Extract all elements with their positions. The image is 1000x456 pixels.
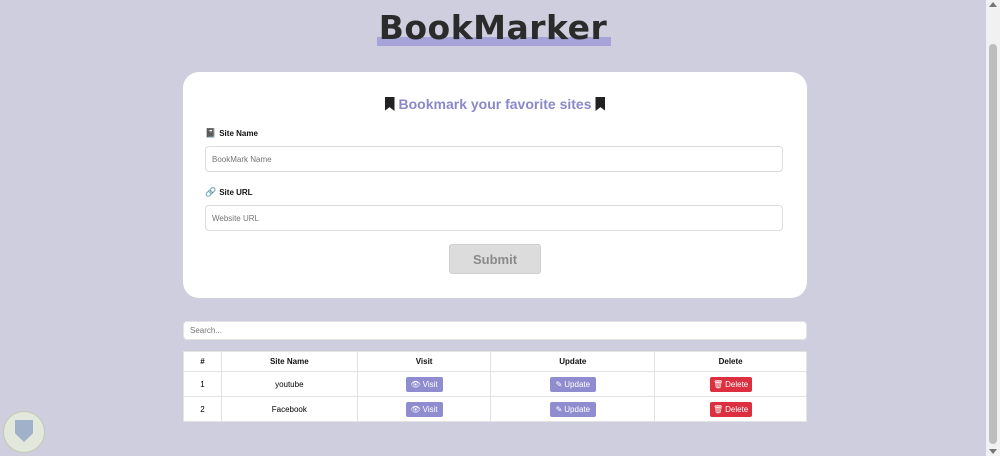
site-url-input[interactable] — [205, 205, 783, 231]
bookmark-icon — [384, 97, 395, 111]
table-row: 1 youtube 👁 Visit ✎ Update 🗑 Delete — [183, 371, 807, 397]
visit-cell: 👁 Visit — [356, 371, 492, 397]
form-heading-text: Bookmark your favorite sites — [398, 96, 592, 112]
site-name-input[interactable] — [205, 146, 783, 172]
eye-icon: 👁 — [410, 379, 421, 389]
column-header-update: Update — [490, 351, 656, 372]
update-button[interactable]: ✎ Update — [549, 376, 596, 392]
site-url-label-text: Site URL — [219, 188, 253, 197]
update-button-label: Update — [564, 379, 591, 389]
delete-button-label: Delete — [725, 404, 749, 414]
app-title: BookMarker — [376, 6, 611, 50]
table-row: 2 Facebook 👁 Visit ✎ Update 🗑 Delete — [183, 396, 807, 422]
vertical-scrollbar[interactable] — [986, 0, 1000, 456]
delete-cell: 🗑 Delete — [654, 371, 807, 397]
delete-button[interactable]: 🗑 Delete — [709, 376, 752, 392]
row-site-name: youtube — [220, 371, 358, 397]
site-name-label-text: Site Name — [219, 129, 258, 138]
form-heading: Bookmark your favorite sites — [183, 96, 807, 112]
update-button[interactable]: ✎ Update — [549, 401, 596, 417]
scroll-down-arrow-icon[interactable] — [989, 449, 997, 454]
visit-button-label: Visit — [422, 404, 438, 414]
column-header-index: # — [183, 351, 222, 372]
update-cell: ✎ Update — [490, 371, 656, 397]
book-icon: 📓 — [205, 128, 217, 138]
row-index: 1 — [183, 371, 222, 397]
eye-icon: 👁 — [410, 404, 421, 414]
bookmark-form-card: Bookmark your favorite sites 📓 Site Name … — [183, 72, 807, 298]
trash-icon: 🗑 — [712, 379, 724, 389]
edit-icon: ✎ — [555, 404, 563, 414]
table-header-row: # Site Name Visit Update Delete — [183, 351, 807, 372]
column-header-site-name: Site Name — [220, 351, 358, 372]
visit-cell: 👁 Visit — [356, 396, 492, 422]
delete-button[interactable]: 🗑 Delete — [709, 401, 752, 417]
scroll-up-arrow-icon[interactable] — [989, 2, 997, 7]
site-name-label: 📓 Site Name — [205, 128, 258, 139]
visit-button[interactable]: 👁 Visit — [405, 376, 443, 392]
trash-icon: 🗑 — [712, 404, 724, 414]
header: BookMarker — [0, 6, 986, 50]
update-cell: ✎ Update — [490, 396, 656, 422]
visit-button[interactable]: 👁 Visit — [405, 401, 443, 417]
column-header-delete: Delete — [654, 351, 807, 372]
column-header-visit: Visit — [356, 351, 492, 372]
update-button-label: Update — [564, 404, 591, 414]
delete-button-label: Delete — [725, 379, 749, 389]
bookmark-icon — [595, 97, 606, 111]
edit-icon: ✎ — [555, 379, 563, 389]
delete-cell: 🗑 Delete — [654, 396, 807, 422]
row-site-name: Facebook — [220, 396, 358, 422]
search-input[interactable] — [183, 321, 807, 340]
bookmarks-table: # Site Name Visit Update Delete 1 youtub… — [183, 351, 807, 422]
shield-logo-icon — [3, 411, 45, 453]
link-icon: 🔗 — [205, 187, 217, 197]
row-index: 2 — [183, 396, 222, 422]
scrollbar-thumb[interactable] — [989, 44, 997, 444]
submit-button[interactable]: Submit — [449, 244, 541, 274]
site-url-label: 🔗 Site URL — [205, 187, 253, 198]
page: BookMarker Bookmark your favorite sites … — [0, 0, 986, 456]
visit-button-label: Visit — [422, 379, 438, 389]
